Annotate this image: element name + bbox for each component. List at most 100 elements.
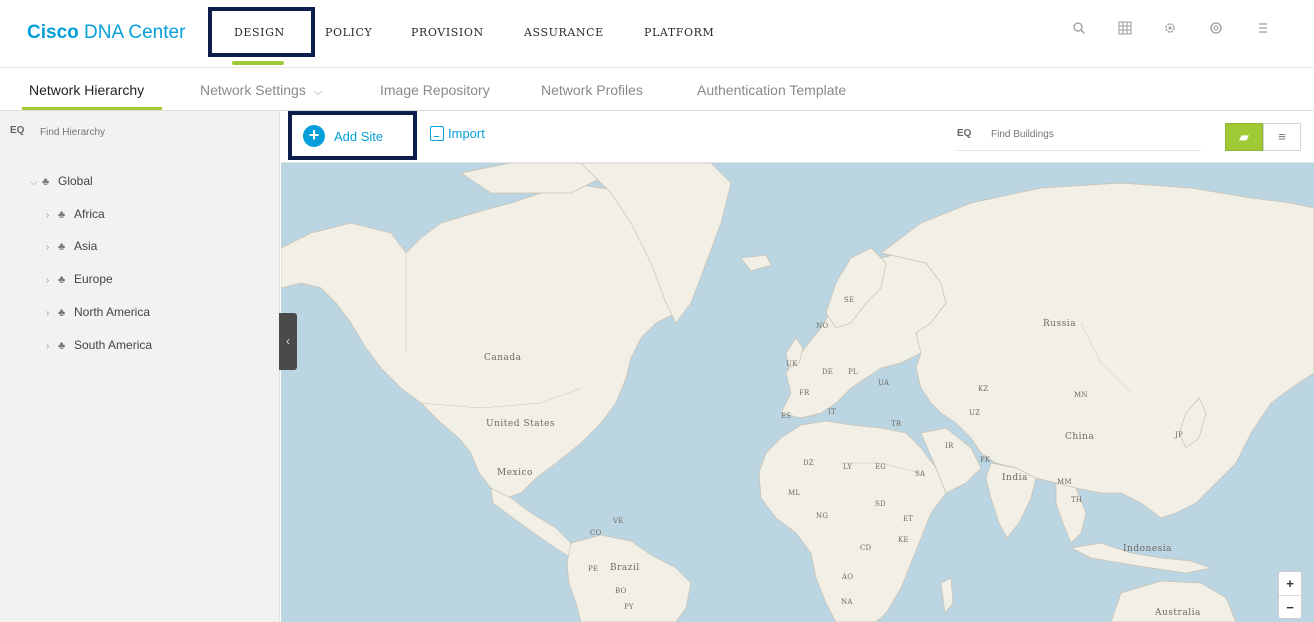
chevron-right-icon[interactable]: ›	[46, 341, 58, 352]
map-label-mm: MM	[1057, 478, 1072, 486]
chevron-down-icon[interactable]: ⌵	[30, 177, 42, 188]
chevron-right-icon[interactable]: ›	[46, 308, 58, 319]
import-button[interactable]: Import	[430, 126, 485, 141]
add-site-label: Add Site	[334, 128, 384, 144]
map-label-canada: Canada	[484, 353, 522, 363]
hierarchy-search-input[interactable]	[40, 123, 260, 141]
nav-policy[interactable]: POLICY	[325, 26, 372, 39]
map-label-it: IT	[828, 408, 836, 416]
map-label-uk: UK	[786, 360, 798, 368]
tree-item-label: South America	[74, 338, 153, 352]
tab-image-repository[interactable]: Image Repository	[380, 82, 490, 98]
chevron-down-icon: ⌵	[313, 86, 323, 98]
world-map[interactable]: Russia Canada United States Mexico China…	[281, 163, 1314, 622]
map-label-ke: KE	[898, 536, 909, 544]
list-icon: ≡	[1278, 129, 1286, 144]
map-label-co: CO	[590, 529, 602, 537]
map-icon: ▰	[1239, 130, 1249, 144]
hierarchy-panel: EQ ⌵♣Global ›♣Africa ›♣Asia ›♣Europe ›♣N…	[0, 111, 280, 622]
map-view-toggle[interactable]: ▰	[1225, 123, 1263, 151]
map-label-de: DE	[822, 368, 834, 376]
filter-search-icon: EQ	[957, 128, 972, 139]
filter-search-icon: EQ	[10, 125, 25, 136]
site-hierarchy-icon: ♣	[58, 241, 66, 253]
site-hierarchy-icon: ♣	[58, 340, 66, 352]
tab-authentication-template[interactable]: Authentication Template	[697, 82, 846, 98]
site-hierarchy-icon: ♣	[58, 209, 66, 221]
nav-design[interactable]: DESIGN	[234, 26, 285, 39]
tab-network-settings-label: Network Settings	[200, 82, 306, 98]
tree-item-south-america[interactable]: › ♣ South America	[46, 338, 152, 356]
tab-network-profiles[interactable]: Network Profiles	[541, 82, 643, 98]
map-label-india: India	[1002, 473, 1028, 483]
design-subtabs: Network Hierarchy Network Settings ⌵ Ima…	[0, 69, 1314, 111]
brand-name-rest: DNA Center	[84, 22, 186, 43]
chevron-right-icon[interactable]: ›	[46, 275, 58, 286]
tree-item-africa[interactable]: › ♣ Africa	[46, 207, 105, 225]
map-label-mn: MN	[1074, 391, 1088, 399]
import-icon	[430, 126, 444, 141]
nav-active-indicator	[232, 61, 284, 65]
map-label-ve: VE	[613, 517, 624, 525]
add-circle-icon: +	[303, 125, 325, 147]
tab-network-hierarchy[interactable]: Network Hierarchy	[29, 82, 144, 98]
hierarchy-search: EQ	[10, 123, 270, 143]
nav-provision[interactable]: PROVISION	[411, 26, 484, 39]
collapse-panel-toggle[interactable]: ‹	[279, 313, 297, 370]
site-hierarchy-icon: ♣	[58, 274, 66, 286]
apps-grid-icon[interactable]	[1115, 21, 1135, 41]
map-label-ly: LY	[843, 463, 853, 471]
building-search: EQ	[957, 125, 1201, 151]
map-toolbar: + Add Site Import EQ ▰ ≡	[281, 111, 1314, 163]
map-label-dz: DZ	[803, 459, 814, 467]
tab-active-indicator	[22, 107, 162, 110]
chevron-right-icon[interactable]: ›	[46, 210, 58, 221]
site-hierarchy-icon: ♣	[42, 176, 50, 188]
tree-item-global[interactable]: ⌵ ♣ Global	[30, 174, 93, 192]
map-label-brazil: Brazil	[610, 563, 640, 573]
tree-item-label: Global	[58, 174, 93, 188]
add-site-button[interactable]: + Add Site	[303, 124, 383, 148]
list-view-toggle[interactable]: ≡	[1263, 123, 1301, 151]
map-label-se: SE	[844, 296, 855, 304]
search-icon[interactable]	[1069, 21, 1089, 41]
chevron-left-icon: ‹	[286, 334, 290, 348]
map-label-pe: PE	[588, 565, 599, 573]
brand-logo[interactable]: Cisco DNA Center	[27, 22, 185, 44]
help-icon[interactable]	[1206, 21, 1226, 41]
map-label-ao: AO	[842, 573, 854, 581]
nav-assurance[interactable]: ASSURANCE	[524, 26, 604, 39]
site-hierarchy-icon: ♣	[58, 307, 66, 319]
top-navigation-bar: Cisco DNA Center DESIGN POLICY PROVISION…	[0, 0, 1314, 68]
map-label-py: PY	[624, 603, 634, 611]
map-label-kz: KZ	[978, 385, 989, 393]
map-label-bo: BO	[615, 587, 627, 595]
nav-platform[interactable]: PLATFORM	[644, 26, 714, 39]
tree-item-label: Asia	[74, 239, 98, 253]
menu-icon[interactable]	[1253, 21, 1273, 41]
map-label-jp: JP	[1175, 431, 1183, 439]
zoom-out-button[interactable]: −	[1279, 595, 1301, 618]
map-label-ua: UA	[878, 379, 890, 387]
map-label-uz: UZ	[969, 409, 981, 417]
map-label-china: China	[1065, 432, 1095, 442]
map-label-ng: NG	[816, 512, 829, 520]
tree-item-label: Europe	[74, 272, 113, 286]
tree-item-north-america[interactable]: › ♣ North America	[46, 305, 150, 323]
building-search-input[interactable]	[991, 125, 1191, 143]
zoom-in-button[interactable]: +	[1279, 572, 1301, 595]
map-label-russia: Russia	[1043, 319, 1077, 329]
map-label-no: NO	[816, 322, 829, 330]
map-label-united-states: United States	[486, 419, 556, 429]
settings-icon[interactable]	[1160, 21, 1180, 41]
tree-item-asia[interactable]: › ♣ Asia	[46, 239, 97, 257]
tree-item-europe[interactable]: › ♣ Europe	[46, 272, 113, 290]
map-label-sd: SD	[875, 500, 886, 508]
map-label-mexico: Mexico	[497, 468, 533, 478]
map-label-ir: IR	[945, 442, 954, 450]
map-label-pl: PL	[848, 368, 858, 376]
chevron-right-icon[interactable]: ›	[46, 242, 58, 253]
brand-name-bold: Cisco	[27, 22, 79, 43]
tab-network-settings[interactable]: Network Settings ⌵	[200, 82, 322, 99]
import-label: Import	[448, 126, 485, 141]
